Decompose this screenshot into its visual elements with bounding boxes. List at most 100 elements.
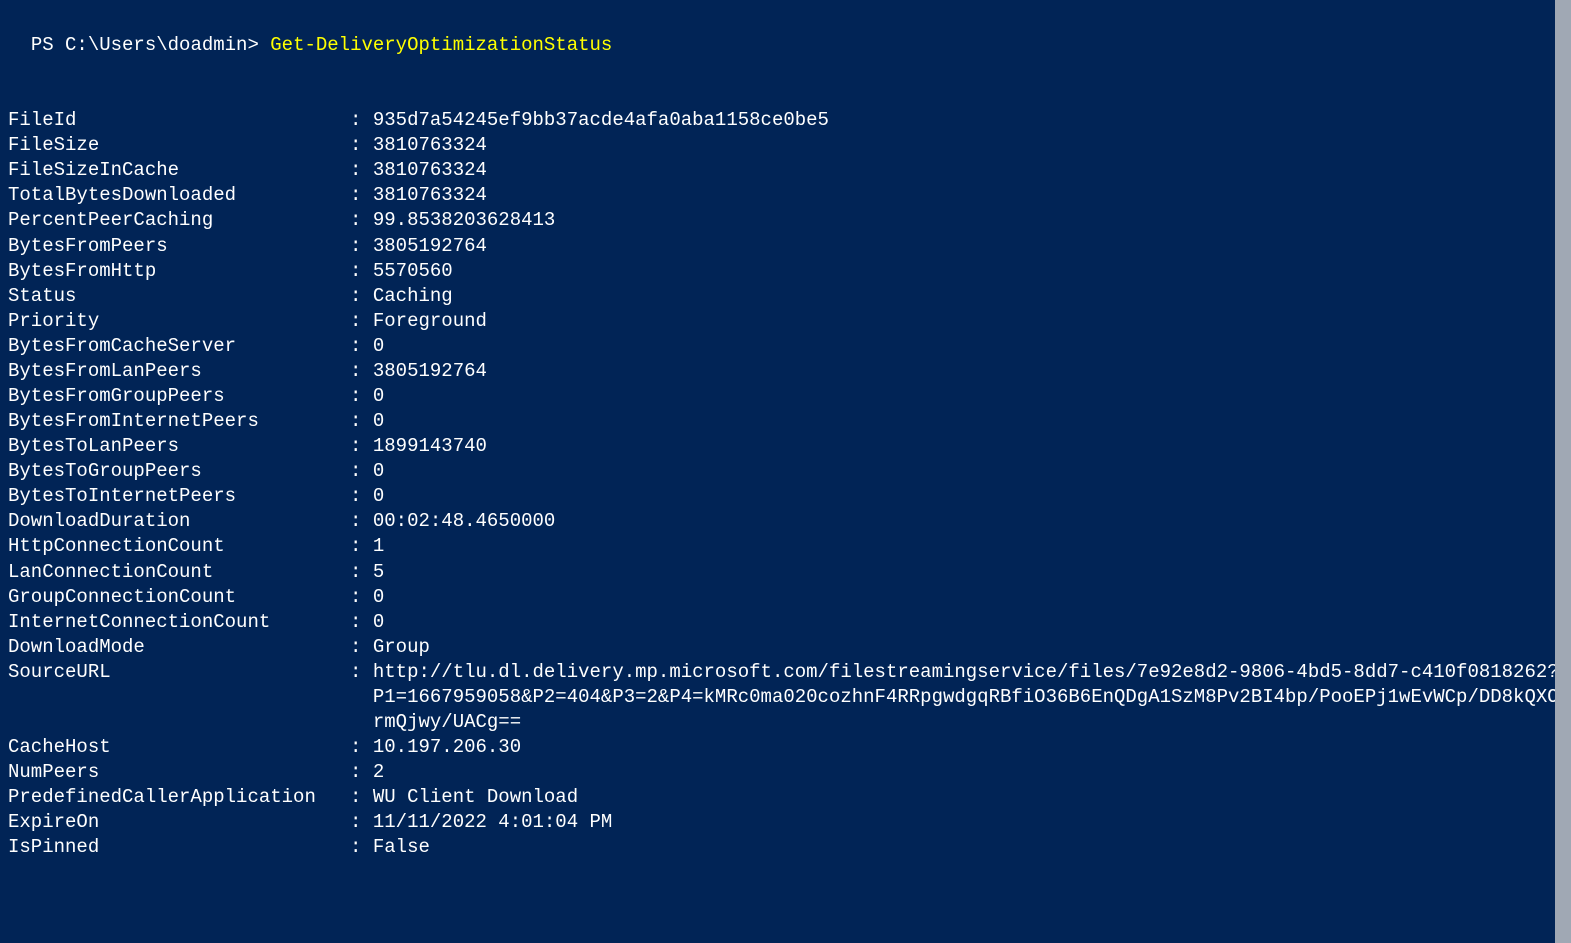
property-separator: : (339, 735, 373, 760)
property-separator: : (339, 509, 373, 534)
property-value: 0 (373, 334, 1563, 359)
property-key: BytesFromInternetPeers (8, 409, 339, 434)
property-key: BytesFromHttp (8, 259, 339, 284)
property-separator: : (339, 660, 373, 685)
property-key: DownloadMode (8, 635, 339, 660)
property-key: DownloadDuration (8, 509, 339, 534)
property-value: Caching (373, 284, 1563, 309)
property-value: Foreground (373, 309, 1563, 334)
property-separator: : (339, 133, 373, 158)
property-value: 3805192764 (373, 359, 1563, 384)
property-separator: : (339, 785, 373, 810)
property-separator: : (339, 234, 373, 259)
property-key: BytesToInternetPeers (8, 484, 339, 509)
property-key: InternetConnectionCount (8, 610, 339, 635)
property-separator: : (339, 585, 373, 610)
property-separator: : (339, 108, 373, 133)
property-row: BytesToInternetPeers : 0 (8, 484, 1563, 509)
property-separator: : (339, 259, 373, 284)
property-separator: : (339, 434, 373, 459)
property-separator: : (339, 835, 373, 860)
property-row: FileSize : 3810763324 (8, 133, 1563, 158)
prompt-command: Get-DeliveryOptimizationStatus (270, 34, 612, 56)
property-key: ExpireOn (8, 810, 339, 835)
property-value: Group (373, 635, 1563, 660)
property-value: http://tlu.dl.delivery.mp.microsoft.com/… (373, 660, 1563, 735)
property-row: DownloadDuration : 00:02:48.4650000 (8, 509, 1563, 534)
property-separator: : (339, 409, 373, 434)
property-key: TotalBytesDownloaded (8, 183, 339, 208)
property-separator: : (339, 183, 373, 208)
property-key: GroupConnectionCount (8, 585, 339, 610)
property-row: CacheHost : 10.197.206.30 (8, 735, 1563, 760)
property-value: 935d7a54245ef9bb37acde4afa0aba1158ce0be5 (373, 108, 1563, 133)
property-row: NumPeers : 2 (8, 760, 1563, 785)
property-key: SourceURL (8, 660, 339, 685)
property-separator: : (339, 208, 373, 233)
property-value: 3805192764 (373, 234, 1563, 259)
prompt-prefix: PS C:\Users\doadmin> (31, 34, 270, 56)
property-value: 0 (373, 484, 1563, 509)
property-separator: : (339, 459, 373, 484)
property-value: 1 (373, 534, 1563, 559)
property-row: BytesToLanPeers : 1899143740 (8, 434, 1563, 459)
property-key: BytesToGroupPeers (8, 459, 339, 484)
property-key: BytesToLanPeers (8, 434, 339, 459)
property-separator: : (339, 359, 373, 384)
property-key: BytesFromCacheServer (8, 334, 339, 359)
prompt-line: PS C:\Users\doadmin> Get-DeliveryOptimiz… (8, 8, 1563, 58)
property-key: Priority (8, 309, 339, 334)
property-key: FileSize (8, 133, 339, 158)
property-key: PredefinedCallerApplication (8, 785, 339, 810)
property-row: BytesFromHttp : 5570560 (8, 259, 1563, 284)
command-output: FileId : 935d7a54245ef9bb37acde4afa0aba1… (8, 108, 1563, 860)
scrollbar-track[interactable] (1555, 0, 1571, 943)
property-key: IsPinned (8, 835, 339, 860)
property-row: PredefinedCallerApplication : WU Client … (8, 785, 1563, 810)
property-row: BytesFromPeers : 3805192764 (8, 234, 1563, 259)
property-row: FileId : 935d7a54245ef9bb37acde4afa0aba1… (8, 108, 1563, 133)
property-key: LanConnectionCount (8, 560, 339, 585)
property-separator: : (339, 610, 373, 635)
property-row: BytesFromCacheServer : 0 (8, 334, 1563, 359)
property-row: Priority : Foreground (8, 309, 1563, 334)
property-separator: : (339, 384, 373, 409)
property-key: NumPeers (8, 760, 339, 785)
property-row: BytesFromLanPeers : 3805192764 (8, 359, 1563, 384)
property-value: 1899143740 (373, 434, 1563, 459)
property-value: 99.8538203628413 (373, 208, 1563, 233)
property-value: 5570560 (373, 259, 1563, 284)
property-key: HttpConnectionCount (8, 534, 339, 559)
scrollbar-thumb[interactable] (1555, 0, 1571, 943)
property-row: BytesFromGroupPeers : 0 (8, 384, 1563, 409)
property-separator: : (339, 560, 373, 585)
property-value: False (373, 835, 1563, 860)
property-value: 0 (373, 585, 1563, 610)
property-row: BytesFromInternetPeers : 0 (8, 409, 1563, 434)
property-value: 3810763324 (373, 183, 1563, 208)
property-separator: : (339, 760, 373, 785)
property-separator: : (339, 309, 373, 334)
property-key: FileId (8, 108, 339, 133)
property-row: FileSizeInCache : 3810763324 (8, 158, 1563, 183)
property-value: 0 (373, 384, 1563, 409)
property-separator: : (339, 484, 373, 509)
property-row: TotalBytesDownloaded : 3810763324 (8, 183, 1563, 208)
property-row: InternetConnectionCount : 0 (8, 610, 1563, 635)
property-value: 0 (373, 409, 1563, 434)
property-row: LanConnectionCount : 5 (8, 560, 1563, 585)
property-value: WU Client Download (373, 785, 1563, 810)
property-value: 5 (373, 560, 1563, 585)
property-value: 3810763324 (373, 158, 1563, 183)
property-value: 3810763324 (373, 133, 1563, 158)
property-row: ExpireOn : 11/11/2022 4:01:04 PM (8, 810, 1563, 835)
property-key: PercentPeerCaching (8, 208, 339, 233)
property-row: GroupConnectionCount : 0 (8, 585, 1563, 610)
property-row: HttpConnectionCount : 1 (8, 534, 1563, 559)
property-row: BytesToGroupPeers : 0 (8, 459, 1563, 484)
property-value: 0 (373, 610, 1563, 635)
property-value: 00:02:48.4650000 (373, 509, 1563, 534)
property-value: 11/11/2022 4:01:04 PM (373, 810, 1563, 835)
property-value: 2 (373, 760, 1563, 785)
property-row: SourceURL : http://tlu.dl.delivery.mp.mi… (8, 660, 1563, 735)
